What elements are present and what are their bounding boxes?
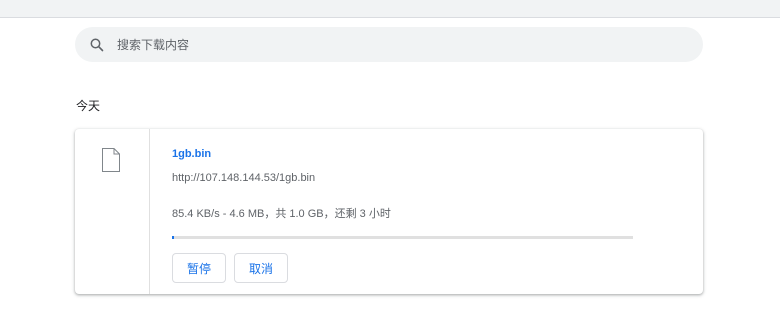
file-url[interactable]: http://107.148.144.53/1gb.bin (172, 172, 315, 184)
download-status: 85.4 KB/s - 4.6 MB，共 1.0 GB，还剩 3 小时 (172, 208, 391, 220)
file-icon (101, 147, 121, 173)
search-bar[interactable]: 搜索下载内容 (75, 27, 703, 62)
progress-bar (172, 236, 633, 239)
progress-bar-fill (172, 236, 175, 239)
file-icon-column (75, 129, 150, 294)
download-item: 1gb.bin http://107.148.144.53/1gb.bin 85… (75, 129, 703, 294)
search-input[interactable]: 搜索下载内容 (117, 36, 189, 53)
cancel-button[interactable]: 取消 (234, 253, 288, 283)
search-icon (90, 38, 104, 52)
top-toolbar (0, 0, 780, 18)
date-header: 今天 (76, 99, 101, 113)
file-name-link[interactable]: 1gb.bin (172, 148, 211, 160)
pause-button[interactable]: 暂停 (172, 253, 226, 283)
